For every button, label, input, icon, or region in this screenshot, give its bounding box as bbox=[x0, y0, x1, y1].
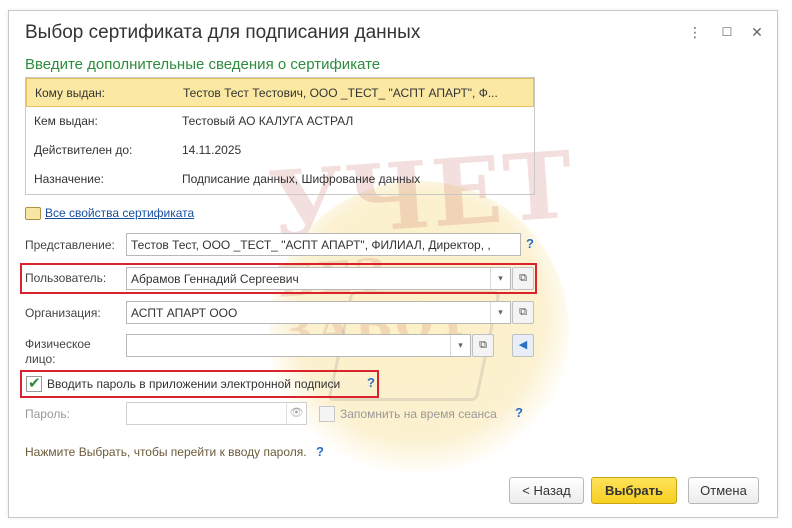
info-value: Тестов Тест Тестович, ООО _ТЕСТ_ "АСПТ А… bbox=[183, 86, 498, 100]
show-password-eye-icon[interactable]: 👁 bbox=[286, 403, 306, 424]
representation-help-icon[interactable]: ? bbox=[526, 236, 534, 251]
organization-label: Организация: bbox=[25, 306, 101, 320]
enter-password-in-app-checkbox[interactable] bbox=[26, 374, 42, 392]
organization-select[interactable]: АСПТ АПАРТ ООО ▾ bbox=[126, 301, 511, 324]
person-open-button[interactable]: ⧉ bbox=[472, 334, 494, 357]
info-row-purpose[interactable]: Назначение: Подписание данных, Шифровани… bbox=[26, 165, 534, 194]
info-row-issued-to[interactable]: Кому выдан: Тестов Тест Тестович, ООО _Т… bbox=[26, 78, 534, 107]
user-select[interactable]: Абрамов Геннадий Сергеевич ▾ bbox=[126, 267, 511, 290]
remember-session-label[interactable]: Запомнить на время сеанса bbox=[340, 407, 497, 421]
representation-value: Тестов Тест, ООО _ТЕСТ_ "АСПТ АПАРТ", ФИ… bbox=[131, 238, 491, 252]
user-label: Пользователь: bbox=[25, 271, 107, 285]
enter-password-help-icon[interactable]: ? bbox=[367, 375, 375, 390]
organization-value: АСПТ АПАРТ ООО bbox=[131, 306, 238, 320]
person-select[interactable]: ▾ bbox=[126, 334, 471, 357]
all-properties-link[interactable]: Все свойства сертификата bbox=[45, 206, 194, 220]
user-dropdown-icon[interactable]: ▾ bbox=[490, 268, 510, 289]
info-row-valid-until[interactable]: Действителен до: 14.11.2025 bbox=[26, 136, 534, 165]
organization-open-button[interactable]: ⧉ bbox=[512, 301, 534, 324]
organization-dropdown-icon[interactable]: ▾ bbox=[490, 302, 510, 323]
info-label: Действителен до: bbox=[34, 143, 133, 157]
title-bar: Выбор сертификата для подписания данных … bbox=[9, 11, 777, 55]
certificate-info-table: Кому выдан: Тестов Тест Тестович, ООО _Т… bbox=[25, 77, 535, 195]
user-open-button[interactable]: ⧉ bbox=[512, 267, 534, 290]
person-label-line2: лицо: bbox=[25, 352, 56, 366]
info-value: 14.11.2025 bbox=[182, 143, 242, 157]
watermark-circle bbox=[269, 181, 569, 481]
cancel-button[interactable]: Отмена bbox=[688, 477, 759, 504]
user-value: Абрамов Геннадий Сергеевич bbox=[131, 272, 299, 286]
more-menu-icon[interactable]: ⋮ bbox=[686, 23, 704, 41]
representation-label: Представление: bbox=[25, 238, 115, 252]
maximize-icon[interactable]: ☐ bbox=[718, 23, 736, 41]
info-row-issued-by[interactable]: Кем выдан: Тестовый АО КАЛУГА АСТРАЛ bbox=[26, 107, 534, 136]
password-label: Пароль: bbox=[25, 407, 70, 421]
back-button[interactable]: < Назад bbox=[509, 477, 584, 504]
hint-text: Нажмите Выбрать, чтобы перейти к вводу п… bbox=[25, 444, 324, 459]
person-dropdown-icon[interactable]: ▾ bbox=[450, 335, 470, 356]
info-label: Кому выдан: bbox=[35, 86, 106, 100]
close-icon[interactable]: ✕ bbox=[748, 23, 766, 41]
representation-input[interactable]: Тестов Тест, ООО _ТЕСТ_ "АСПТ АПАРТ", ФИ… bbox=[126, 233, 521, 256]
info-value: Подписание данных, Шифрование данных bbox=[182, 172, 421, 186]
subtitle: Введите дополнительные сведения о сертиф… bbox=[25, 56, 381, 73]
info-label: Назначение: bbox=[34, 172, 105, 186]
dialog-title: Выбор сертификата для подписания данных bbox=[25, 22, 421, 43]
certificate-selection-dialog: УЧЕТ БЕЗ ЗАБОТ Выбор сертификата для под… bbox=[8, 10, 778, 518]
person-fill-arrow-button[interactable]: ◀ bbox=[512, 334, 534, 357]
hint-help-icon[interactable]: ? bbox=[316, 444, 324, 459]
enter-password-in-app-label[interactable]: Вводить пароль в приложении электронной … bbox=[47, 377, 340, 391]
certificate-properties-icon bbox=[25, 207, 41, 220]
remember-session-help-icon[interactable]: ? bbox=[515, 405, 523, 420]
info-label: Кем выдан: bbox=[34, 114, 98, 128]
select-button[interactable]: Выбрать bbox=[591, 477, 677, 504]
info-value: Тестовый АО КАЛУГА АСТРАЛ bbox=[182, 114, 354, 128]
password-input[interactable]: 👁 bbox=[126, 402, 307, 425]
hint-message: Нажмите Выбрать, чтобы перейти к вводу п… bbox=[25, 445, 307, 459]
remember-session-checkbox[interactable] bbox=[319, 406, 335, 422]
person-label-line1: Физическое bbox=[25, 337, 91, 351]
